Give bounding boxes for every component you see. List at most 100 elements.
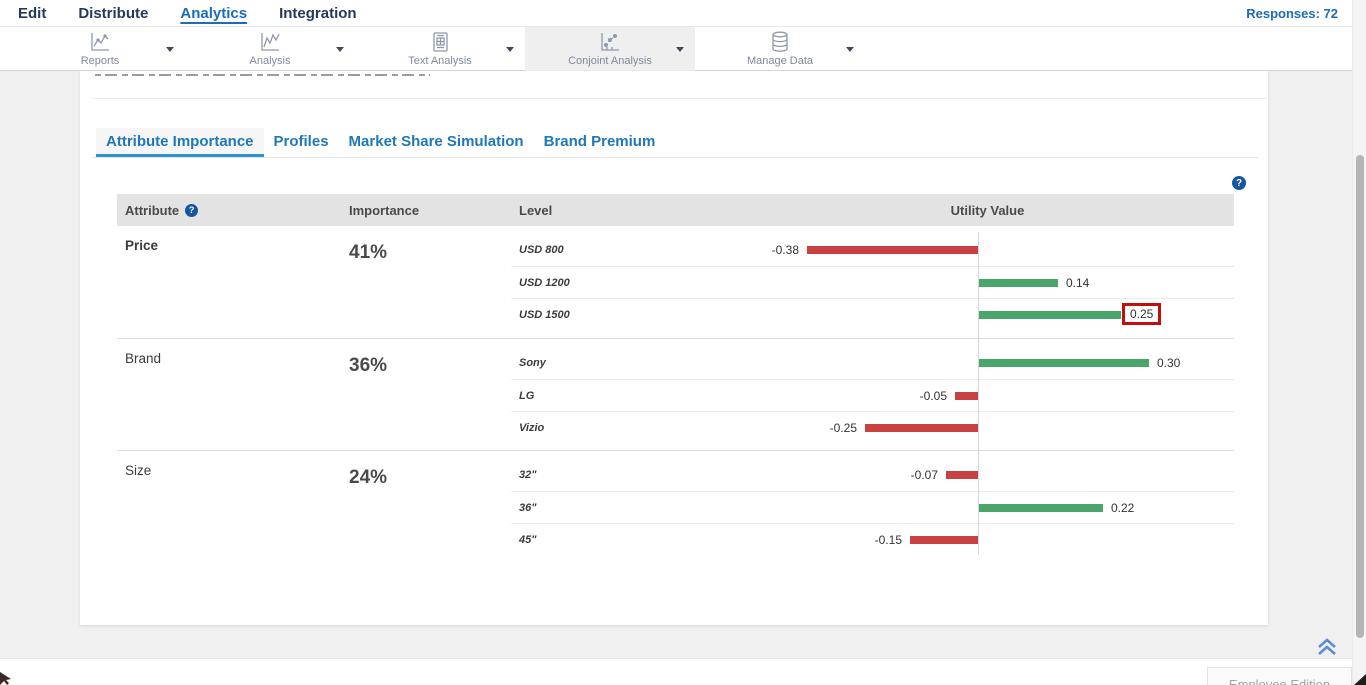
utility-bar-area: 0.25 xyxy=(741,299,1234,331)
toolbar-button-label: Reports xyxy=(15,55,185,67)
utility-value-label: 0.14 xyxy=(1066,276,1089,290)
zero-axis-line xyxy=(978,232,979,554)
utility-bar-negative xyxy=(946,471,978,479)
attribute-importance-table: Attribute ? Importance Level Utility Val… xyxy=(117,194,1234,562)
importance-value: 41% xyxy=(341,226,511,338)
attribute-group: Size24%32"-0.0736"0.2245"-0.15 xyxy=(117,450,1234,562)
column-header-label: Attribute xyxy=(125,203,179,218)
clipped-heading-remnant xyxy=(95,72,430,76)
utility-bar-area: -0.15 xyxy=(741,524,1234,556)
toolbar-button-reports[interactable]: Reports xyxy=(15,27,185,71)
conjoint-analysis-dropdown-caret-icon[interactable] xyxy=(676,47,684,52)
analysis-dropdown-caret-icon[interactable] xyxy=(336,47,344,52)
content-card: Attribute Importance Profiles Market Sha… xyxy=(80,71,1268,625)
nav-item-edit[interactable]: Edit xyxy=(18,6,46,21)
utility-value-label: -0.15 xyxy=(875,533,902,547)
utility-value-label: -0.25 xyxy=(830,421,857,435)
utility-bar-negative xyxy=(955,392,978,400)
responses-count-link[interactable]: Responses: 72 xyxy=(1246,6,1338,21)
utility-bar-positive xyxy=(978,504,1103,512)
column-header-utility-value: Utility Value xyxy=(741,203,1234,218)
level-rows: 32"-0.0736" 0.22 45" -0.15 xyxy=(511,451,1234,562)
scrollbar-thumb[interactable] xyxy=(1356,155,1364,638)
attribute-group: Brand36%Sony 0.30 LG-0.05Vizio-0.25 xyxy=(117,338,1234,450)
utility-bar-area: 0.30 xyxy=(741,347,1234,379)
attribute-group: Price41%USD 800-0.38USD 12000.14USD 1500… xyxy=(117,226,1234,338)
utility-bar-positive xyxy=(978,311,1121,319)
level-row: USD 800-0.38 xyxy=(511,234,1234,266)
tab-brand-premium[interactable]: Brand Premium xyxy=(534,128,666,157)
scatter-chart-icon xyxy=(525,30,695,54)
tab-attribute-importance[interactable]: Attribute Importance xyxy=(96,128,264,157)
toolbar-button-label: Conjoint Analysis xyxy=(525,55,695,67)
level-label: 36" xyxy=(511,502,741,514)
level-label: 32" xyxy=(511,469,741,481)
tab-market-share-simulation[interactable]: Market Share Simulation xyxy=(339,128,534,157)
importance-value: 36% xyxy=(341,339,511,450)
toolbar-button-text-analysis[interactable]: Text Analysis xyxy=(355,27,525,71)
toolbar-button-manage-data[interactable]: Manage Data xyxy=(695,27,865,71)
tab-profiles[interactable]: Profiles xyxy=(264,128,339,157)
reports-dropdown-caret-icon[interactable] xyxy=(166,47,174,52)
scrollbar-track[interactable] xyxy=(1352,0,1366,685)
annotation-highlight-box: 0.25 xyxy=(1122,303,1161,325)
utility-bar-area: -0.38 xyxy=(741,234,1234,266)
manage-data-dropdown-caret-icon[interactable] xyxy=(846,47,854,52)
document-grid-icon xyxy=(355,30,525,54)
toolbar-button-label: Manage Data xyxy=(695,55,865,67)
importance-value: 24% xyxy=(341,451,511,562)
toolbar-button-conjoint-analysis[interactable]: Conjoint Analysis xyxy=(525,27,695,71)
utility-bar-area: -0.25 xyxy=(741,412,1234,444)
cursor-artifact xyxy=(0,672,12,685)
level-row: 45" -0.15 xyxy=(511,523,1234,555)
toolbar-button-label: Text Analysis xyxy=(355,55,525,67)
level-label: LG xyxy=(511,390,741,402)
scroll-to-top-button[interactable] xyxy=(1316,637,1338,657)
nav-item-integration[interactable]: Integration xyxy=(279,6,357,21)
level-label: USD 1500 xyxy=(511,309,741,321)
column-header-importance: Importance xyxy=(341,203,511,218)
toolbar-button-analysis[interactable]: Analysis xyxy=(185,27,355,71)
attribute-help-icon[interactable]: ? xyxy=(185,204,198,217)
level-label: USD 800 xyxy=(511,244,741,256)
level-rows: Sony 0.30 LG-0.05Vizio-0.25 xyxy=(511,339,1234,450)
utility-bar-negative xyxy=(807,246,978,254)
level-row: Vizio-0.25 xyxy=(511,411,1234,443)
help-icon[interactable]: ? xyxy=(1232,176,1246,190)
attribute-name: Price xyxy=(117,226,341,338)
divider xyxy=(92,98,1266,99)
toolbar-button-label: Analysis xyxy=(185,55,355,67)
column-header-level: Level xyxy=(511,203,741,218)
level-row: LG-0.05 xyxy=(511,379,1234,411)
level-rows: USD 800-0.38USD 12000.14USD 15000.25 xyxy=(511,226,1234,338)
table-body: Price41%USD 800-0.38USD 12000.14USD 1500… xyxy=(117,226,1234,562)
conjoint-tabs: Attribute Importance Profiles Market Sha… xyxy=(96,128,665,157)
line-chart-icon xyxy=(15,30,185,54)
cursor-artifact xyxy=(1354,672,1366,685)
edition-badge: Employee Edition xyxy=(1207,667,1352,685)
utility-bar-positive xyxy=(978,359,1149,367)
database-icon xyxy=(695,30,865,54)
nav-item-analytics[interactable]: Analytics xyxy=(180,6,247,21)
column-header-attribute: Attribute ? xyxy=(117,203,341,218)
nav-item-distribute[interactable]: Distribute xyxy=(78,6,148,21)
double-chevron-up-icon xyxy=(1316,637,1338,657)
utility-value-label: 0.22 xyxy=(1111,501,1134,515)
utility-bar-area: -0.07 xyxy=(741,459,1234,491)
footer-bar: Employee Edition xyxy=(0,658,1366,685)
level-row: 36" 0.22 xyxy=(511,491,1234,523)
level-label: Sony xyxy=(511,357,741,369)
utility-bar-area: -0.05 xyxy=(741,380,1234,412)
divider xyxy=(92,157,1258,158)
level-row: USD 1500 0.25 xyxy=(511,298,1234,330)
trend-chart-icon xyxy=(185,30,355,54)
analytics-toolbar: Reports Analysis Text Analysis xyxy=(0,27,1352,71)
utility-value-label: 0.30 xyxy=(1157,356,1180,370)
utility-bar-positive xyxy=(978,279,1058,287)
utility-bar-negative xyxy=(865,424,978,432)
text-analysis-dropdown-caret-icon[interactable] xyxy=(506,47,514,52)
utility-bar-area: 0.22 xyxy=(741,492,1234,524)
level-label: 45" xyxy=(511,534,741,546)
attribute-name: Brand xyxy=(117,339,341,450)
top-navigation: Edit Distribute Analytics Integration xyxy=(0,0,1366,27)
